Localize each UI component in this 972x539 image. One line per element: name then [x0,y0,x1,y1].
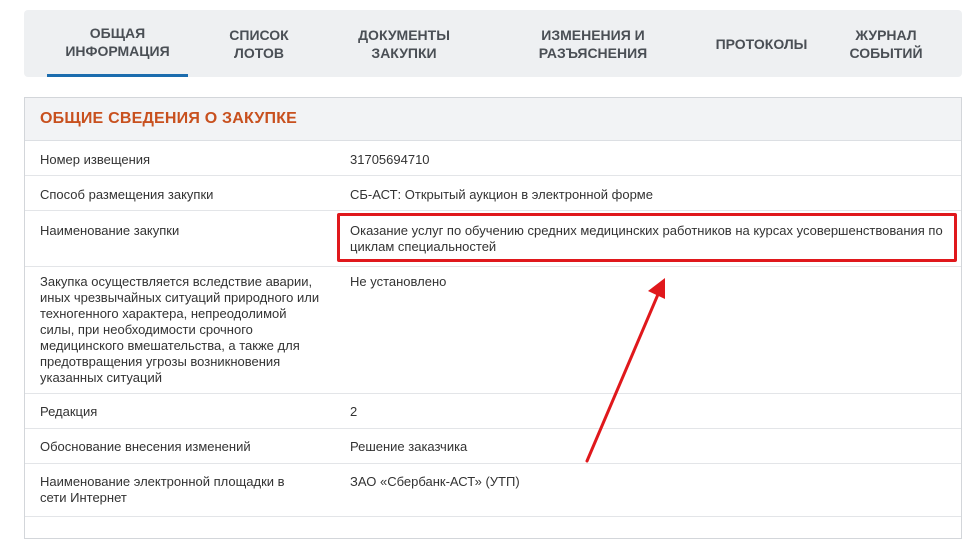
annotation-arrow-icon [585,278,665,463]
